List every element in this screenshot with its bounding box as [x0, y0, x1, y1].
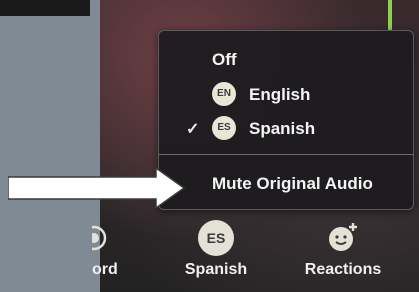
reactions-button[interactable]: Reactions [300, 220, 386, 279]
record-button[interactable]: ord [81, 220, 118, 279]
interpretation-label: Spanish [184, 261, 248, 278]
checkmark-icon: ✓ [186, 121, 200, 138]
pointer-arrow-icon [7, 166, 188, 210]
menu-item-off[interactable]: Off [159, 45, 413, 75]
interpretation-menu: Off EN English ✓ ES Spanish Mute Origina… [158, 30, 414, 210]
menu-item-english[interactable]: EN English [159, 80, 413, 110]
record-label: ord [92, 261, 118, 278]
reactions-label: Reactions [304, 261, 382, 278]
mute-original-audio-label: Mute Original Audio [212, 174, 373, 193]
record-icon [81, 220, 112, 256]
menu-item-label: Off [212, 50, 237, 69]
interpretation-language-icon: ES [198, 220, 234, 256]
dark-top-block [0, 0, 90, 16]
menu-item-label: Spanish [249, 119, 316, 138]
active-speaker-indicator [388, 0, 392, 30]
menu-divider [159, 154, 413, 155]
menu-item-label: English [249, 85, 311, 104]
menu-item-spanish[interactable]: ✓ ES Spanish [159, 114, 413, 144]
spanish-language-icon: ES [212, 116, 236, 140]
mute-original-audio-item[interactable]: Mute Original Audio [159, 169, 413, 199]
english-language-icon: EN [212, 82, 236, 106]
interpretation-button[interactable]: ES Spanish [183, 220, 249, 279]
reactions-icon [325, 220, 361, 256]
